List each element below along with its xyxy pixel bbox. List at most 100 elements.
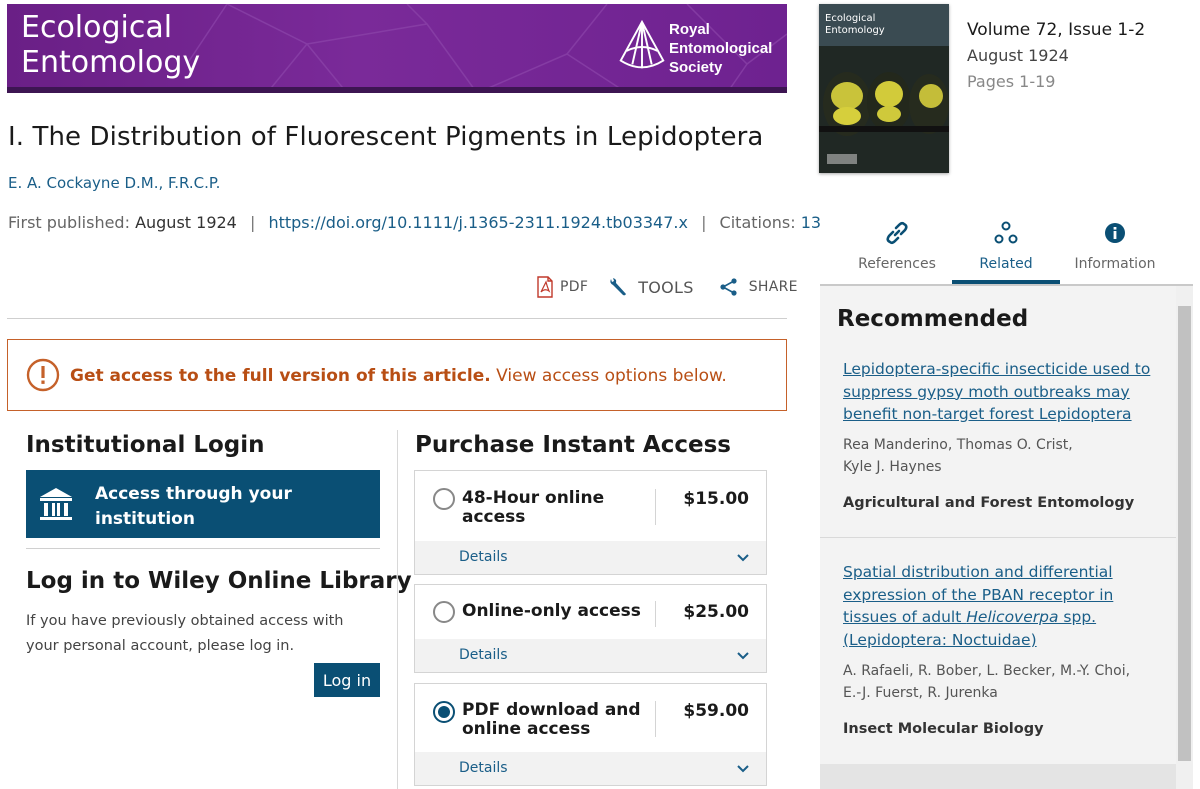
first-published-date: August 1924 xyxy=(135,213,237,232)
wrench-icon xyxy=(610,278,627,296)
option-name: Online-only access xyxy=(462,601,641,621)
recommended-article-link[interactable]: Spatial distribution and differential ex… xyxy=(843,561,1153,651)
banner-bottom-strip xyxy=(7,87,787,93)
recommended-separator xyxy=(820,537,1176,538)
society-line2: Entomological xyxy=(669,40,773,57)
column-divider xyxy=(397,430,398,789)
recommended-panel-next-item xyxy=(820,764,1176,789)
details-label: Details xyxy=(459,760,508,776)
cover-title: Ecological Entomology xyxy=(825,13,885,37)
purchase-option-pdf-download[interactable]: PDF download and online access $59.00 De… xyxy=(414,683,767,786)
recommended-article-authors: Rea Manderino, Thomas O. Crist, Kyle J. … xyxy=(843,435,1143,478)
recommended-heading: Recommended xyxy=(837,306,1029,332)
society-line1: Royal xyxy=(669,21,710,38)
institutional-login-heading: Institutional Login xyxy=(26,432,265,458)
institution-button-label: Access through your institution xyxy=(95,484,292,529)
article-title: I. The Distribution of Fluorescent Pigme… xyxy=(8,122,764,152)
header-divider xyxy=(7,318,787,319)
purchase-option-online-only[interactable]: Online-only access $25.00 Details xyxy=(414,584,767,673)
meta-separator: | xyxy=(249,213,256,232)
link-icon xyxy=(886,221,908,245)
wol-login-text: If you have previously obtained access w… xyxy=(26,613,344,654)
scrollbar-thumb[interactable] xyxy=(1178,306,1191,761)
wol-login-heading: Log in to Wiley Online Library xyxy=(26,568,412,594)
tab-label: Information xyxy=(1074,256,1156,272)
alert-bold-text: Get access to the full version of this a… xyxy=(70,366,491,386)
tools-button[interactable]: TOOLS xyxy=(608,277,694,297)
info-icon xyxy=(1105,223,1125,243)
article-toolbar: PDF TOOLS SHARE xyxy=(536,275,798,299)
citations-label: Citations: xyxy=(719,213,796,232)
article-authors[interactable]: E. A. Cockayne D.M., F.R.C.P. xyxy=(8,174,220,192)
tab-references[interactable]: References xyxy=(843,220,951,284)
option-divider xyxy=(655,701,656,737)
journal-banner[interactable]: Ecological Entomology Royal Entomologica… xyxy=(7,4,787,93)
tools-label: TOOLS xyxy=(638,277,694,297)
journal-cover[interactable]: Ecological Entomology xyxy=(819,4,949,173)
cover-title-line2: Entomology xyxy=(825,25,885,36)
option-radio[interactable] xyxy=(433,488,455,510)
journal-title: Ecological Entomology xyxy=(21,10,281,80)
details-label: Details xyxy=(459,647,508,663)
publication-meta: First published: August 1924 | https://d… xyxy=(8,213,821,232)
issue-volume-link[interactable]: Volume 72, Issue 1-2 xyxy=(967,20,1145,40)
authors-line: E.-J. Fuerst, R. Jurenka xyxy=(843,684,998,701)
details-label: Details xyxy=(459,549,508,565)
authors-line: A. Rafaeli, R. Bober, L. Becker, M.-Y. C… xyxy=(843,663,1131,679)
journal-title-line2: Entomology xyxy=(21,45,201,80)
option-name: PDF download and online access xyxy=(462,700,641,739)
alert-rest-text: View access options below. xyxy=(496,366,727,386)
tab-label: Related xyxy=(979,256,1033,272)
tab-label: References xyxy=(858,256,936,272)
title-italic-part: Helicoverpa xyxy=(966,608,1059,626)
recommended-article-authors: A. Rafaeli, R. Bober, L. Becker, M.-Y. C… xyxy=(843,661,1173,704)
authors-line: Kyle J. Haynes xyxy=(843,458,942,475)
society-name: Royal Entomological Society xyxy=(669,20,772,77)
share-icon xyxy=(720,278,737,296)
authors-line: Rea Manderino, Thomas O. Crist, xyxy=(843,437,1073,453)
chevron-down-icon xyxy=(737,554,749,562)
share-label: SHARE xyxy=(748,279,798,295)
meta-separator: | xyxy=(701,213,707,232)
recommended-article-journal: Agricultural and Forest Entomology xyxy=(843,495,1135,511)
institution-icon xyxy=(40,488,72,520)
society-line3: Society xyxy=(669,59,723,76)
tab-related[interactable]: Related xyxy=(952,220,1060,284)
citations-count[interactable]: 13 xyxy=(801,213,821,232)
issue-date: August 1924 xyxy=(967,46,1069,65)
option-radio[interactable] xyxy=(433,601,455,623)
panel-scrollbar[interactable] xyxy=(1176,286,1193,789)
option-radio-selected[interactable] xyxy=(433,701,455,723)
chevron-down-icon xyxy=(737,652,749,660)
issue-pages: Pages 1-19 xyxy=(967,72,1056,91)
chevron-down-icon xyxy=(737,765,749,773)
option-divider xyxy=(655,489,656,525)
purchase-option-48-hour[interactable]: 48-Hour online access $15.00 Details xyxy=(414,470,767,575)
alert-message: Get access to the full version of this a… xyxy=(70,366,727,386)
doi-link[interactable]: https://doi.org/10.1111/j.1365-2311.1924… xyxy=(268,213,688,232)
related-nodes-icon xyxy=(994,221,1018,244)
recommended-article-link[interactable]: Lepidoptera-specific insecticide used to… xyxy=(843,358,1153,426)
recommended-article-journal: Insect Molecular Biology xyxy=(843,721,1044,737)
cover-title-line1: Ecological xyxy=(825,13,876,24)
access-alert: Get access to the full version of this a… xyxy=(7,339,787,411)
pdf-icon xyxy=(537,276,553,298)
option-details-toggle[interactable]: Details xyxy=(415,541,766,574)
tab-information[interactable]: Information xyxy=(1061,220,1169,284)
login-divider xyxy=(26,548,380,549)
royal-entomological-society-logo xyxy=(619,19,665,69)
option-details-toggle[interactable]: Details xyxy=(415,752,766,785)
option-details-toggle[interactable]: Details xyxy=(415,639,766,672)
option-price: $59.00 xyxy=(683,701,749,721)
journal-title-line1: Ecological xyxy=(21,10,173,45)
alert-info-icon xyxy=(26,358,60,392)
log-in-button[interactable]: Log in xyxy=(314,663,380,697)
access-through-institution-button[interactable]: Access through your institution xyxy=(26,470,380,538)
pdf-label: PDF xyxy=(560,279,589,295)
pdf-button[interactable]: PDF xyxy=(536,276,588,298)
option-price: $25.00 xyxy=(683,602,749,622)
share-button[interactable]: SHARE xyxy=(719,277,798,297)
option-price: $15.00 xyxy=(683,489,749,509)
first-published-label: First published: xyxy=(8,213,130,232)
option-divider xyxy=(655,601,656,627)
